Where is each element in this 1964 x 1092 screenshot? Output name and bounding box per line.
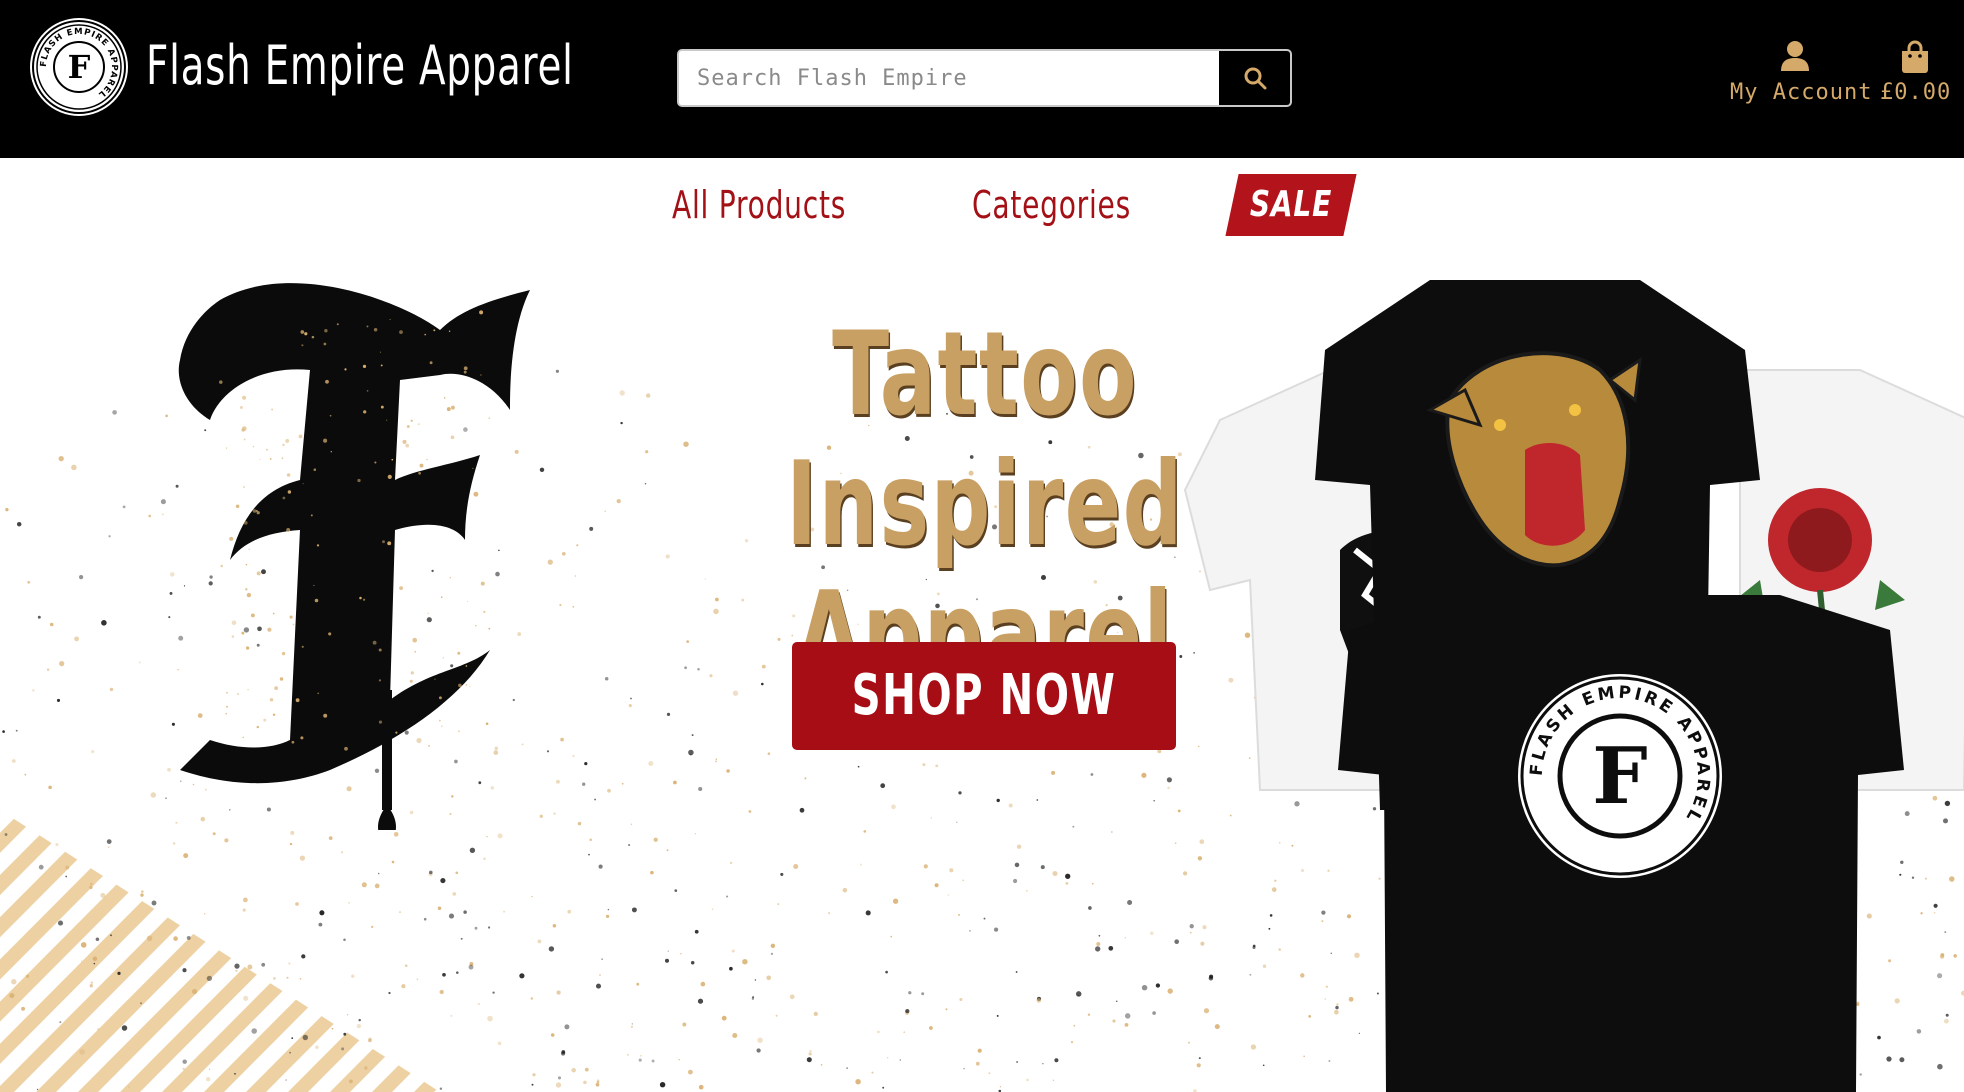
main-nav: All Products Categories SALE bbox=[0, 158, 1964, 250]
shop-now-button[interactable]: SHOP NOW bbox=[792, 642, 1176, 750]
search-button[interactable] bbox=[1219, 51, 1290, 105]
shop-now-label: SHOP NOW bbox=[851, 663, 1117, 728]
search-bar bbox=[677, 49, 1292, 107]
svg-text:F: F bbox=[1592, 731, 1647, 822]
nav-categories[interactable]: Categories bbox=[972, 182, 1131, 228]
my-account-label: My Account bbox=[1730, 80, 1873, 105]
blackletter-f-graphic bbox=[178, 283, 530, 830]
logo-icon: FLASH EMPIRE APPAREL F bbox=[32, 20, 126, 114]
logo-badge[interactable]: FLASH EMPIRE APPAREL F bbox=[30, 18, 128, 116]
my-account-link[interactable]: My Account bbox=[1730, 40, 1873, 120]
tshirts-product-image: FLASH EMPIRE APPAREL F bbox=[1183, 280, 1964, 1092]
hero-banner: Tattoo Inspired Apparel SHOP NOW FLASH E… bbox=[0, 250, 1964, 1092]
nav-all-products[interactable]: All Products bbox=[672, 182, 846, 228]
sale-label: SALE bbox=[1249, 184, 1333, 225]
cart-total: £0.00 bbox=[1880, 80, 1952, 105]
site-header: FLASH EMPIRE APPAREL F Flash Empire Appa… bbox=[0, 0, 1964, 158]
search-icon bbox=[1244, 67, 1266, 90]
svg-text:F: F bbox=[68, 48, 91, 86]
nav-sale[interactable]: SALE bbox=[1225, 174, 1357, 236]
search-input[interactable] bbox=[679, 51, 1219, 105]
shopping-bag-icon bbox=[1902, 40, 1928, 73]
cart-link[interactable]: £0.00 bbox=[1880, 40, 1950, 120]
brand-name[interactable]: Flash Empire Apparel bbox=[146, 28, 574, 104]
user-icon bbox=[1781, 41, 1809, 71]
